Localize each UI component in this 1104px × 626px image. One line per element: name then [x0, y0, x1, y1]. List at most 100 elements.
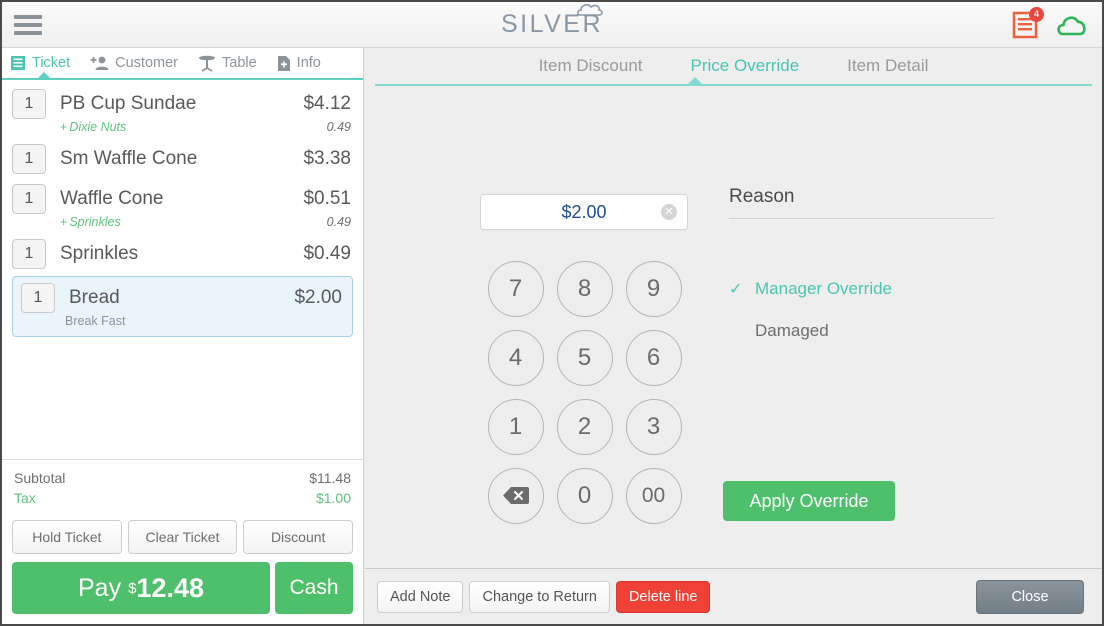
keypad-key-9[interactable]: 9: [619, 254, 688, 323]
change-to-return-button[interactable]: Change to Return: [469, 580, 610, 613]
pay-button[interactable]: Pay $ 12.48: [12, 562, 270, 614]
detail-panel-footer: Add Note Change to Return Delete line Cl…: [365, 568, 1102, 624]
pay-amount: 12.48: [136, 572, 204, 603]
discount-button[interactable]: Discount: [243, 520, 354, 554]
ticket-line-main: 1 Sm Waffle Cone $3.38: [12, 144, 351, 174]
active-tab-indicator: [36, 72, 52, 80]
keypad-key-5[interactable]: 5: [550, 323, 619, 392]
app-header: SILVER 4: [2, 2, 1102, 48]
tab-item-detail[interactable]: Item Detail: [847, 56, 928, 76]
item-name: Waffle Cone: [60, 188, 164, 209]
subtotal-value: $11.48: [309, 470, 351, 486]
tab-ticket-label: Ticket: [32, 55, 71, 71]
subtotal-row: Subtotal $11.48: [14, 468, 351, 488]
key-face: [487, 467, 544, 524]
apply-override-button[interactable]: Apply Override: [723, 481, 895, 521]
reason-option-damaged[interactable]: Damaged: [729, 310, 1009, 352]
tab-item-discount[interactable]: Item Discount: [539, 56, 643, 76]
keypad-key-6[interactable]: 6: [619, 323, 688, 392]
tax-value: $1.00: [315, 490, 351, 506]
close-button[interactable]: Close: [976, 579, 1084, 614]
quantity-badge[interactable]: 1: [12, 239, 46, 269]
item-price: $4.12: [303, 93, 351, 114]
ticket-line-main: 1 Sprinkles $0.49: [12, 239, 351, 269]
modifier-plus: +: [60, 215, 68, 229]
open-tickets-icon[interactable]: 4: [1012, 6, 1044, 39]
keypad-key-8[interactable]: 8: [550, 254, 619, 323]
ticket-line-main: 1 Bread $2.00: [21, 283, 342, 313]
active-detail-tab-indicator: [685, 77, 704, 86]
item-subtext: Break Fast: [65, 314, 126, 328]
item-name: Sprinkles: [60, 243, 139, 264]
pay-label: Pay: [77, 573, 122, 602]
price-override-body: $2.00 ✕ 7 8 9 4 5 6 1 2 3 0 00 Reason ✓ …: [365, 86, 1102, 568]
ticket-line-main: 1 PB Cup Sundae $4.12: [12, 89, 351, 119]
cash-button[interactable]: Cash: [275, 562, 353, 614]
key-face: 2: [556, 398, 613, 455]
item-name: PB Cup Sundae: [60, 93, 197, 114]
subtotal-label: Subtotal: [14, 470, 66, 486]
keypad-key-3[interactable]: 3: [619, 392, 688, 461]
key-face: 8: [556, 260, 613, 317]
keypad-key-00[interactable]: 00: [619, 461, 688, 530]
item-price: $2.00: [294, 287, 342, 308]
reason-divider: [729, 218, 994, 219]
tab-table[interactable]: Table: [198, 55, 257, 72]
keypad-key-0[interactable]: 0: [550, 461, 619, 530]
receipt-count-badge: 4: [1029, 6, 1044, 22]
key-face: 7: [487, 260, 544, 317]
reason-option-manager-override[interactable]: ✓ Manager Override: [729, 268, 1009, 310]
keypad-key-backspace[interactable]: [481, 461, 550, 530]
tab-info[interactable]: Info: [277, 55, 321, 72]
ticket-line-item-selected[interactable]: 1 Bread $2.00 Break Fast: [12, 276, 353, 337]
pos-application: SILVER 4 Ticket Customer Table Info 1 PB…: [0, 0, 1104, 626]
ticket-line-item[interactable]: 1 Sm Waffle Cone $3.38: [2, 139, 363, 179]
ticket-line-main: 1 Waffle Cone $0.51: [12, 184, 351, 214]
price-override-value: $2.00: [561, 201, 607, 222]
detail-panel: Item Discount Price Override Item Detail…: [365, 48, 1102, 624]
tab-customer[interactable]: Customer: [90, 55, 178, 71]
item-name: Sm Waffle Cone: [60, 148, 198, 169]
ticket-line-item[interactable]: 1 Sprinkles $0.49: [2, 234, 363, 274]
logo-text: SILVER: [500, 10, 604, 38]
hamburger-menu-icon[interactable]: [14, 14, 44, 36]
tax-label: Tax: [14, 490, 36, 506]
reason-option-label: Manager Override: [755, 279, 893, 298]
detail-panel-tabs: Item Discount Price Override Item Detail: [375, 48, 1092, 86]
quantity-badge[interactable]: 1: [12, 184, 46, 214]
tab-ticket[interactable]: Ticket: [10, 55, 70, 71]
keypad-key-7[interactable]: 7: [481, 254, 550, 323]
quantity-badge[interactable]: 1: [21, 283, 55, 313]
price-override-input[interactable]: $2.00 ✕: [480, 194, 688, 230]
keypad-key-4[interactable]: 4: [481, 323, 550, 392]
tax-row: Tax $1.00: [14, 488, 351, 508]
logo-container: SILVER: [2, 2, 1102, 47]
payment-buttons: Pay $ 12.48 Cash: [2, 558, 363, 624]
item-modifier-row: + Dixie Nuts 0.49: [12, 120, 351, 134]
ticket-line-item[interactable]: 1 PB Cup Sundae $4.12 + Dixie Nuts 0.49: [2, 84, 363, 139]
quantity-badge[interactable]: 1: [12, 144, 46, 174]
key-face: 4: [487, 329, 544, 386]
quantity-badge[interactable]: 1: [12, 89, 46, 119]
hold-ticket-button[interactable]: Hold Ticket: [12, 520, 122, 554]
keypad-key-1[interactable]: 1: [481, 392, 550, 461]
hamburger-bar: [14, 30, 42, 35]
modifier-label: Sprinkles: [69, 215, 121, 229]
ticket-line-item[interactable]: 1 Waffle Cone $0.51 + Sprinkles 0.49: [2, 179, 363, 234]
table-icon: [199, 55, 215, 72]
cloud-sync-icon[interactable]: [1056, 13, 1088, 37]
reason-options-list: ✓ Manager Override Damaged: [729, 268, 1009, 352]
ticket-action-buttons: Hold Ticket Clear Ticket Discount: [2, 514, 363, 558]
delete-line-button[interactable]: Delete line: [615, 580, 711, 613]
ticket-totals: Subtotal $11.48 Tax $1.00: [2, 459, 363, 514]
clear-input-icon[interactable]: ✕: [661, 204, 677, 220]
key-face: 00: [625, 467, 682, 524]
keypad-key-2[interactable]: 2: [550, 392, 619, 461]
logo-cloud-icon: [577, 4, 603, 16]
clear-ticket-button[interactable]: Clear Ticket: [127, 520, 238, 554]
tab-price-override[interactable]: Price Override: [691, 56, 800, 76]
item-modifier-row: + Sprinkles 0.49: [12, 215, 351, 229]
key-face: 0: [556, 467, 613, 524]
add-note-button[interactable]: Add Note: [377, 580, 464, 613]
check-icon: ✓: [729, 281, 743, 298]
